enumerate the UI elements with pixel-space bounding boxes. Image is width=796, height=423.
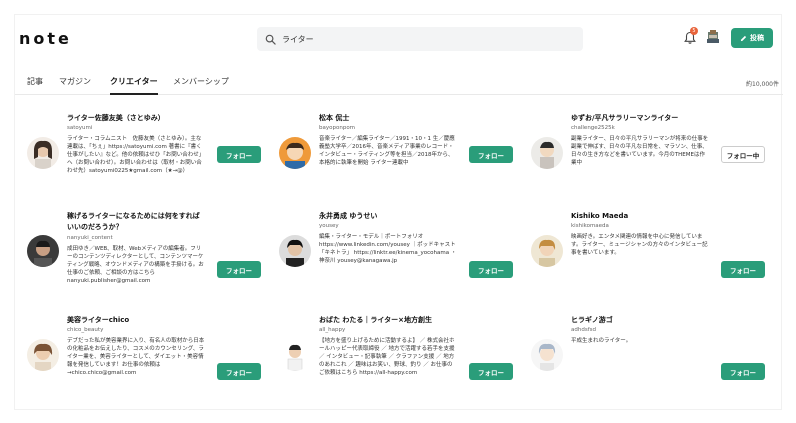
creator-avatar[interactable]: [279, 137, 311, 169]
creator-card: ヒラギノ游ゴ adhdsfsd 平成生まれのライター。 フォロー: [531, 315, 771, 411]
follow-button[interactable]: フォロー: [217, 146, 261, 163]
tab-memberships[interactable]: メンバーシップ: [173, 75, 229, 95]
creator-name[interactable]: ゆずお/平凡サラリーマンライター: [571, 113, 709, 124]
creator-avatar[interactable]: [279, 235, 311, 267]
post-button-label: 投稿: [750, 34, 764, 42]
tab-articles[interactable]: 記事: [27, 75, 43, 95]
follow-button[interactable]: フォロー: [721, 261, 765, 278]
creator-avatar[interactable]: [27, 137, 59, 169]
following-button[interactable]: フォロー中: [721, 146, 765, 163]
search-tabs: 記事 マガジン クリエイター メンバーシップ 約10,000件: [15, 73, 783, 95]
search-icon: [265, 34, 276, 45]
creator-handle: adhdsfsd: [571, 327, 596, 333]
creator-avatar[interactable]: [279, 339, 311, 371]
creator-avatar[interactable]: [531, 235, 563, 267]
creator-card: 永井勇成 ゆうせい yousey 編集・ライター・モデル｜ポートフォリオ htt…: [279, 211, 519, 307]
follow-button[interactable]: フォロー: [469, 261, 513, 278]
follow-button[interactable]: フォロー: [469, 146, 513, 163]
creator-handle: bayoponpom: [319, 125, 356, 131]
creator-card: おばた わたる｜ライター×地方創生 all_happy 【地方を盛り上げるために…: [279, 315, 519, 411]
creator-bio: 平成生まれのライター。: [571, 338, 632, 344]
creator-bio: デブだった私が美容業界に入り、有名人の取材から日本の化粧品をお伝えしたり、コスメ…: [67, 338, 205, 376]
creator-avatar[interactable]: [27, 339, 59, 371]
creator-handle: satoyumi: [67, 125, 93, 131]
creator-name[interactable]: 美容ライターchico: [67, 315, 205, 326]
creator-name[interactable]: 永井勇成 ゆうせい: [319, 211, 457, 222]
creator-name[interactable]: ライター佐藤友美（さとゆみ）: [67, 113, 205, 124]
creator-name[interactable]: ヒラギノ游ゴ: [571, 315, 709, 326]
creator-bio: 副業ライター、日々の平凡サラリーマンが将来の仕事を副業で伸ばす、日々の平凡な日常…: [571, 136, 709, 166]
creator-card: 松本 侃士 bayoponpom 音楽ライター／編集ライター／1991・10・1…: [279, 113, 519, 209]
follow-button[interactable]: フォロー: [217, 261, 261, 278]
creator-avatar[interactable]: [531, 137, 563, 169]
creator-bio: 映画好き。エンタメ関連の情報を中心に発信しています。ライター、ミュージシャンの方…: [571, 234, 708, 256]
follow-button[interactable]: フォロー: [721, 363, 765, 380]
creator-card: ゆずお/平凡サラリーマンライター challenge2525k 副業ライター、日…: [531, 113, 771, 209]
tab-magazines[interactable]: マガジン: [59, 75, 91, 95]
search-box[interactable]: [257, 27, 583, 51]
follow-button[interactable]: フォロー: [469, 363, 513, 380]
creator-bio: ライター・コラムニスト 佐藤友美（さとゆみ）。主な連載は、「ちぇ」https:/…: [67, 136, 205, 174]
top-header: note 5 投稿: [15, 15, 783, 61]
creator-handle: challenge2525k: [571, 125, 615, 131]
creator-avatar[interactable]: [27, 235, 59, 267]
creator-card: 美容ライターchico chico_beauty デブだった私が美容業界に入り、…: [27, 315, 267, 411]
creator-name[interactable]: おばた わたる｜ライター×地方創生: [319, 315, 457, 326]
notification-badge: 5: [690, 27, 698, 35]
pencil-icon: [740, 35, 747, 41]
creator-handle: nanyuki_content: [67, 235, 113, 241]
creator-name[interactable]: 稼げるライターになるためには何をすればいいのだろうか？: [67, 211, 205, 233]
creator-handle: yousey: [319, 223, 339, 229]
follow-button[interactable]: フォロー: [217, 363, 261, 380]
tab-creators[interactable]: クリエイター: [110, 75, 158, 95]
creator-card: 稼げるライターになるためには何をすればいいのだろうか？ nanyuki_cont…: [27, 211, 267, 307]
creator-name[interactable]: Kishiko Maeda: [571, 211, 709, 222]
creator-name[interactable]: 松本 侃士: [319, 113, 457, 124]
search-results-page: note 5 投稿 記事 マガジン クリエイタ: [14, 14, 783, 411]
user-avatar-icon[interactable]: [705, 29, 721, 45]
creator-bio: 編集・ライター・モデル｜ポートフォリオ https://www.linkedin…: [319, 234, 457, 264]
creator-handle: all_happy: [319, 327, 346, 333]
creator-card: ライター佐藤友美（さとゆみ） satoyumi ライター・コラムニスト 佐藤友美…: [27, 113, 267, 209]
creator-bio: 音楽ライター／編集ライター／1991・10・1 生／慶應義塾大学卒／2016年、…: [319, 136, 455, 166]
creator-handle: chico_beauty: [67, 327, 104, 333]
creator-avatar[interactable]: [531, 339, 563, 371]
creator-bio: 成田ゆき／WEB、取材、Webメディアの編集者。フリーのコンテンツディレクターと…: [67, 246, 204, 284]
creator-bio: 【地方を盛り上げるために活動するよ】 ／ 株式会社ホールハッピー代表取締役 ／ …: [319, 338, 455, 376]
creator-card: Kishiko Maeda kishikomaeda 映画好き。エンタメ関連の情…: [531, 211, 771, 307]
note-logo[interactable]: note: [19, 29, 72, 48]
post-button[interactable]: 投稿: [731, 28, 773, 48]
search-input[interactable]: [282, 34, 562, 44]
result-count: 約10,000件: [746, 81, 779, 88]
creator-handle: kishikomaeda: [571, 223, 609, 229]
